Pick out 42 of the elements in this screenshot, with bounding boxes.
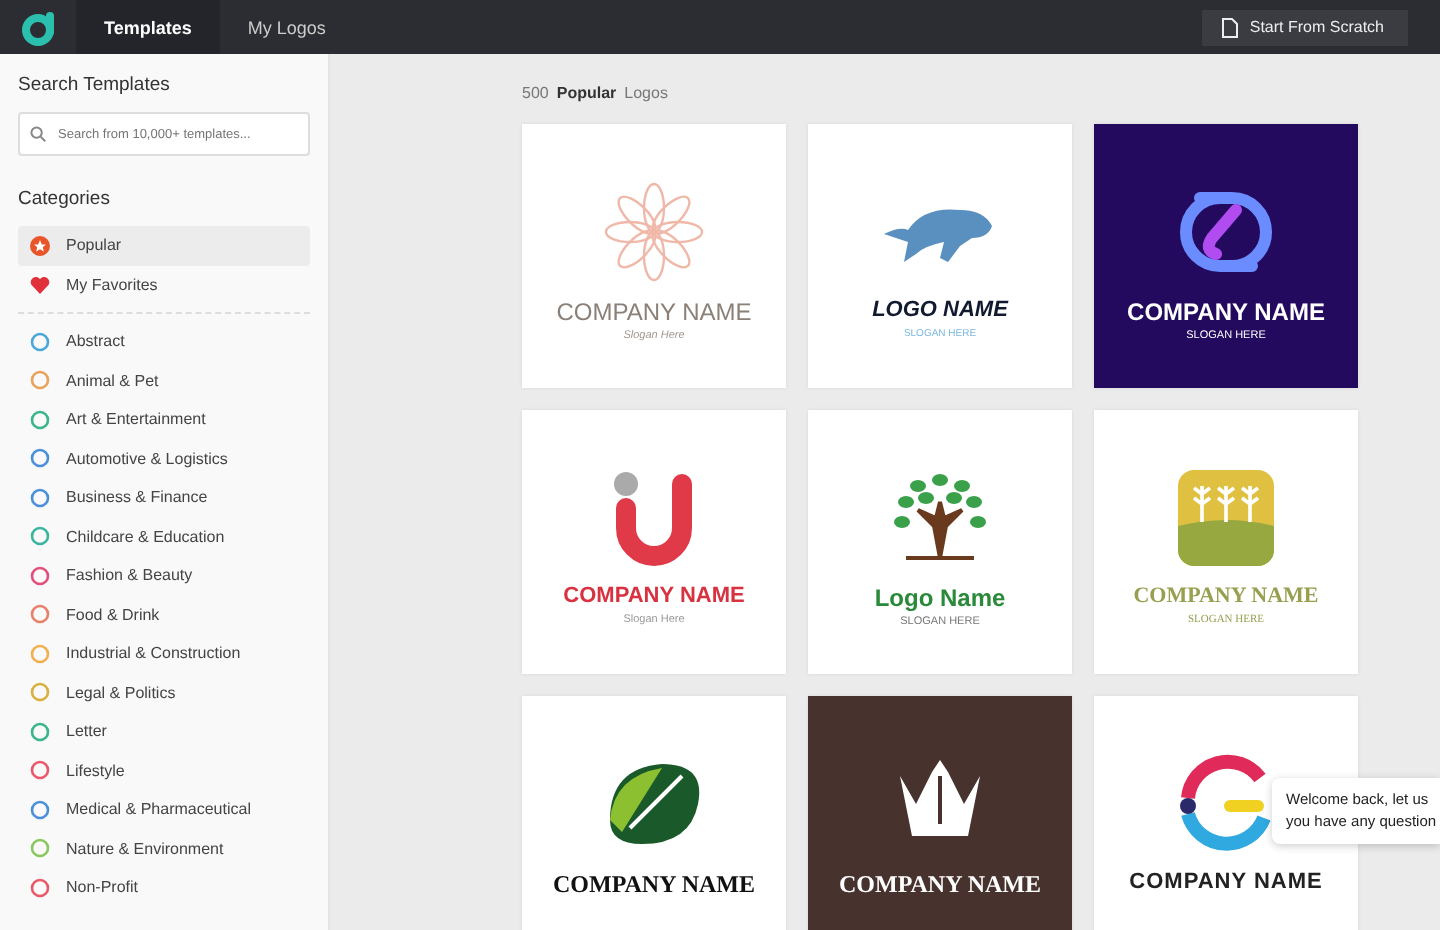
category-item[interactable]: Letter [18, 712, 310, 751]
category-item[interactable]: Nature & Environment [18, 829, 310, 868]
company-name: COMPANY NAME [553, 872, 755, 896]
document-icon [1221, 17, 1238, 37]
company-name: COMPANY NAME [839, 872, 1041, 896]
category-item[interactable]: Legal & Politics [18, 673, 310, 712]
start-from-scratch-button[interactable]: Start From Scratch [1201, 9, 1408, 45]
wheat-field-icon [1178, 470, 1274, 566]
category-item[interactable]: My Favorites [18, 265, 310, 304]
category-item[interactable]: Fashion & Beauty [18, 556, 310, 595]
nav-tab[interactable]: My Logos [219, 0, 354, 54]
company-name: COMPANY NAME [556, 300, 752, 324]
category-item[interactable]: Lifestyle [18, 751, 310, 790]
logo-template-card[interactable]: COMPANY NAME [522, 696, 786, 930]
category-item[interactable]: Animal & Pet [18, 361, 310, 400]
category-item[interactable]: Abstract [18, 322, 310, 361]
company-name: LOGO NAME [872, 300, 1008, 322]
category-item[interactable]: Food & Drink [18, 595, 310, 634]
company-name: Logo Name [874, 586, 1006, 610]
categories-heading: Categories [18, 188, 112, 210]
letter-u-icon [610, 468, 698, 568]
category-item[interactable]: Automotive & Logistics [18, 439, 310, 478]
company-name: COMPANY NAME [563, 586, 745, 608]
logo-template-card[interactable]: COMPANY NAME [808, 696, 1072, 930]
search-heading: Search Templates [18, 74, 172, 96]
category-item[interactable]: Industrial & Construction [18, 634, 310, 673]
company-name: COMPANY NAME [1129, 872, 1323, 894]
star-icon [30, 235, 50, 256]
category-item[interactable]: Childcare & Education [18, 517, 310, 556]
category-item[interactable]: Medical & Pharmaceutical [18, 790, 310, 829]
letter-g-icon [1176, 754, 1276, 854]
category-item[interactable]: Art & Entertainment [18, 400, 310, 439]
category-item[interactable]: Non-Profit [18, 868, 310, 907]
flower-icon [604, 182, 704, 282]
category-item[interactable]: Popular [18, 226, 310, 265]
company-name: COMPANY NAME [1127, 300, 1325, 324]
heart-icon [30, 275, 50, 294]
app-logo-icon[interactable] [20, 9, 56, 45]
company-name: COMPANY NAME [1133, 586, 1319, 608]
result-count: 500 Popular Logos [522, 84, 670, 102]
category-item[interactable]: Business & Finance [18, 478, 310, 517]
nav-tab[interactable]: Templates [76, 0, 220, 54]
